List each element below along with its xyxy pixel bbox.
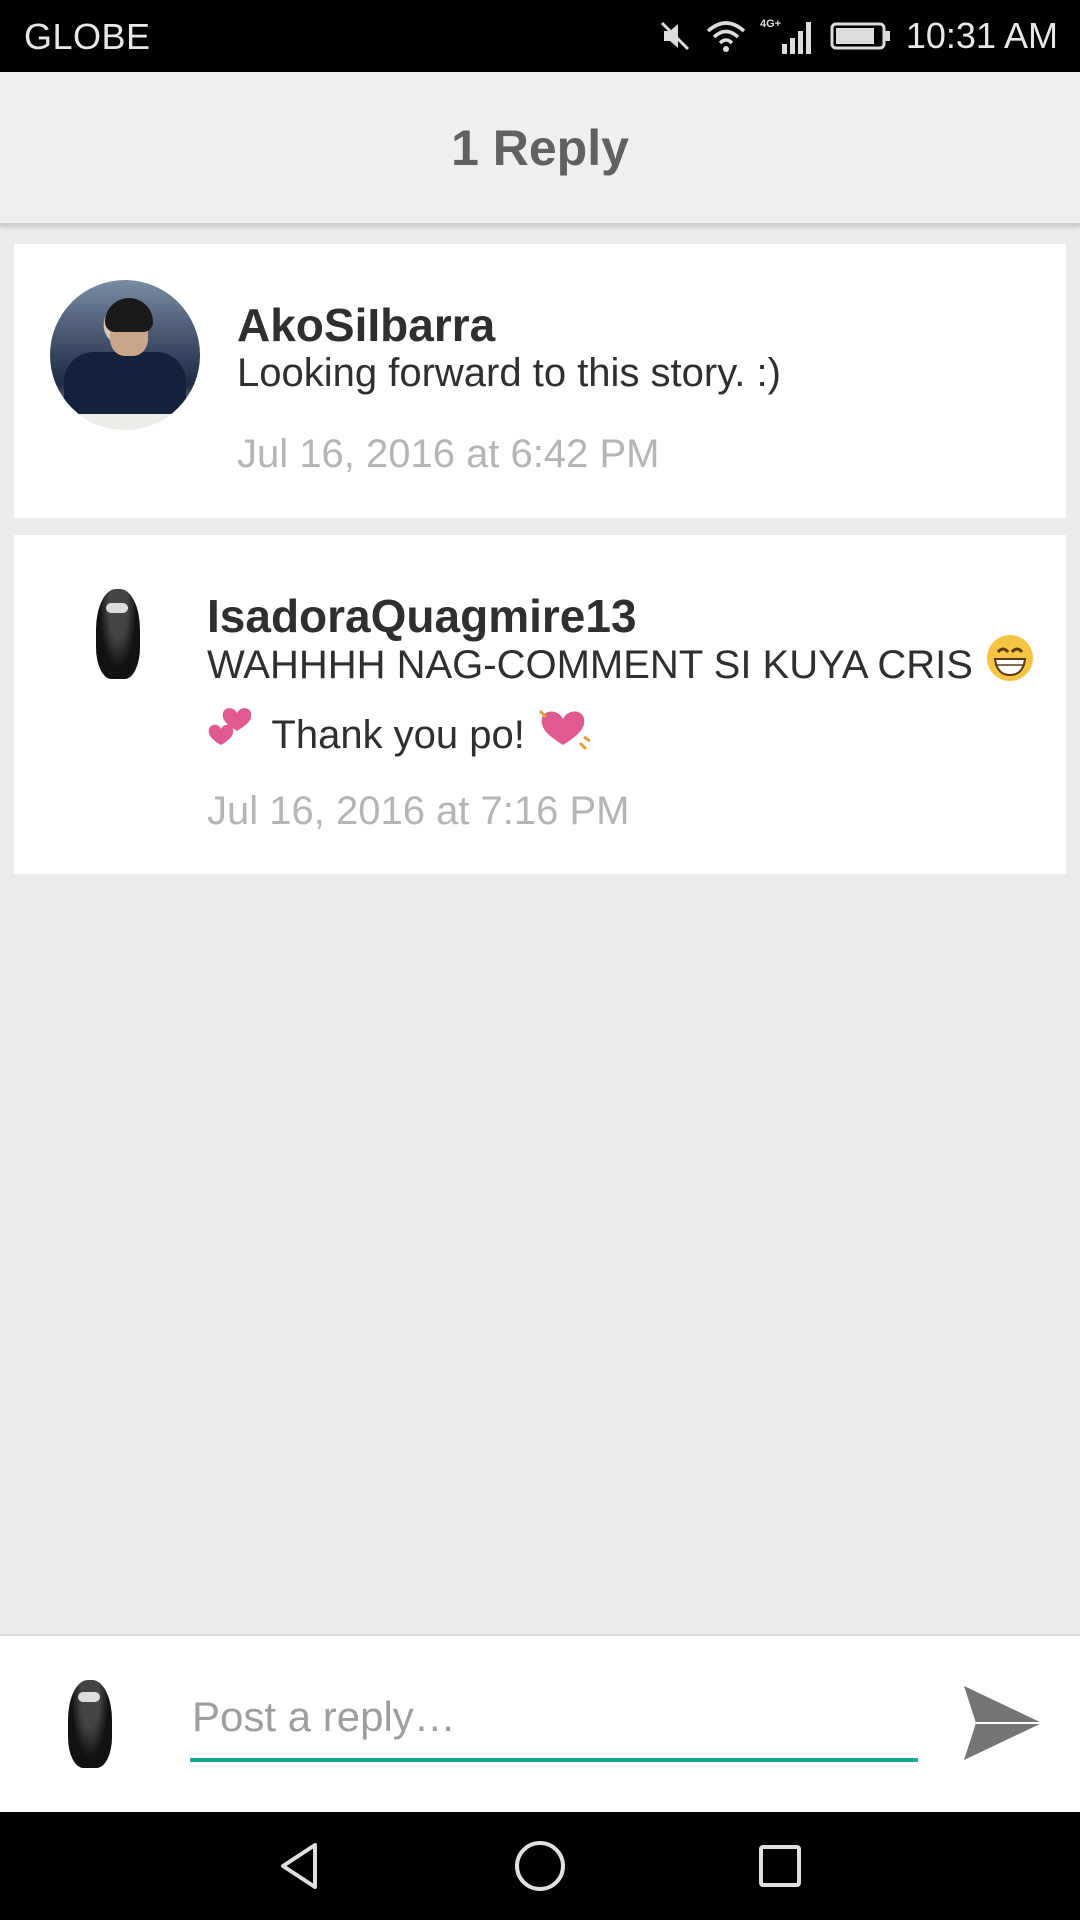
status-bar: GLOBE 4G+ 10:31 AM <box>0 0 1080 72</box>
avatar[interactable] <box>82 585 162 685</box>
send-icon <box>964 1686 1042 1760</box>
reply-message-part2: Thank you po! <box>271 713 525 758</box>
navigation-bar <box>0 1812 1080 1920</box>
battery-icon <box>830 21 892 51</box>
back-icon <box>281 1843 317 1889</box>
network-type-label: 4G+ <box>760 18 781 30</box>
beating-heart-emoji <box>536 703 591 772</box>
status-icons: 4G+ 10:31 AM <box>658 12 1058 60</box>
comment-message: Looking forward to this story. :) <box>237 351 781 395</box>
home-icon <box>515 1841 565 1891</box>
reply-timestamp: Jul 16, 2016 at 7:16 PM <box>207 789 630 833</box>
page-title: 1 Reply <box>451 119 629 176</box>
comment-timestamp: Jul 16, 2016 at 6:42 PM <box>237 432 660 476</box>
current-user-avatar <box>60 1676 124 1776</box>
app-header: 1 Reply <box>0 72 1080 226</box>
reply-input[interactable] <box>190 1682 918 1762</box>
send-button[interactable] <box>960 1680 1046 1766</box>
reply-message-part1: WAHHHH NAG-COMMENT SI KUYA CRIS <box>207 643 973 688</box>
signal-icon: 4G+ <box>760 16 816 56</box>
comment-card: AkoSiIbarra Looking forward to this stor… <box>14 244 1066 518</box>
mute-icon <box>658 19 692 53</box>
reply-composer <box>0 1634 1080 1812</box>
avatar[interactable] <box>50 280 200 430</box>
carrier-label: GLOBE <box>24 16 151 57</box>
clock: 10:31 AM <box>905 15 1058 56</box>
back-button[interactable] <box>260 1832 340 1900</box>
grinning-face-emoji <box>984 632 1036 703</box>
reply-card: IsadoraQuagmire13 WAHHHH NAG-COMMENT SI … <box>14 535 1066 874</box>
recents-button[interactable] <box>740 1832 820 1900</box>
reply-message: WAHHHH NAG-COMMENT SI KUYA CRIS Thank yo… <box>207 632 1057 772</box>
recents-icon <box>759 1845 801 1887</box>
two-hearts-emoji <box>207 703 261 772</box>
home-button[interactable] <box>500 1832 580 1900</box>
wifi-icon <box>706 19 746 53</box>
